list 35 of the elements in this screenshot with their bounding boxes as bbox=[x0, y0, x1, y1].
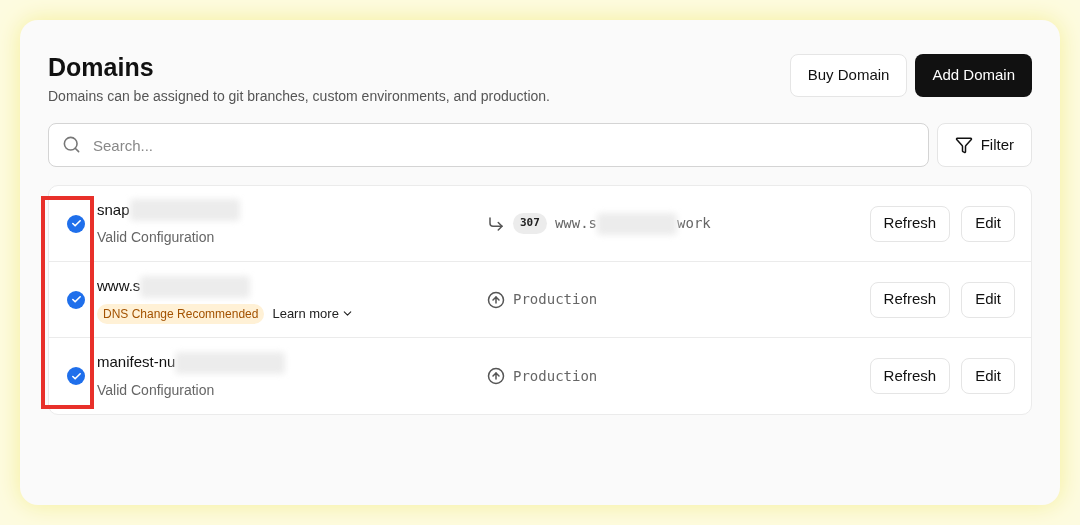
search-icon bbox=[62, 135, 81, 154]
page-subtitle: Domains can be assigned to git branches, custom environments, and production. bbox=[48, 87, 550, 106]
search-field[interactable]: Search... bbox=[48, 123, 929, 167]
checkbox[interactable] bbox=[67, 214, 85, 233]
warning-badge: DNS Change Recommended bbox=[97, 303, 265, 324]
page-title: Domains bbox=[48, 52, 155, 82]
status-text: Valid Configuration bbox=[97, 228, 216, 247]
check-icon bbox=[70, 370, 82, 382]
redirect-target: work bbox=[677, 214, 711, 233]
add-domain-button[interactable]: Add Domain bbox=[915, 54, 1032, 97]
domain-name[interactable]: manifest-nu bbox=[97, 351, 176, 374]
edit-button[interactable]: Edit bbox=[961, 205, 1015, 242]
checkbox[interactable] bbox=[67, 367, 85, 385]
refresh-button[interactable]: Refresh bbox=[869, 358, 951, 394]
arrow-up-circle-icon bbox=[487, 290, 505, 309]
edit-button[interactable]: Edit bbox=[961, 358, 1015, 394]
filter-button[interactable]: Filter bbox=[936, 123, 1032, 167]
status-text: Valid Configuration bbox=[97, 380, 216, 400]
refresh-button[interactable]: Refresh bbox=[869, 205, 951, 242]
checkbox[interactable] bbox=[67, 290, 85, 309]
buy-domain-button[interactable]: Buy Domain bbox=[789, 54, 908, 97]
domain-name[interactable]: snap bbox=[97, 198, 130, 222]
arrow-up-circle-icon bbox=[487, 367, 505, 385]
environment-label: Production bbox=[513, 290, 598, 309]
environment-label: Production bbox=[513, 366, 598, 386]
redirect-target: www.s bbox=[554, 214, 598, 233]
filter-icon bbox=[954, 136, 973, 154]
domain-name[interactable]: www.s bbox=[97, 275, 141, 298]
redirect-arrow-icon bbox=[487, 214, 505, 233]
check-icon bbox=[70, 294, 82, 305]
refresh-button[interactable]: Refresh bbox=[869, 281, 951, 318]
learn-more-link[interactable]: Learn more bbox=[272, 303, 354, 324]
status-code-badge: 307 bbox=[513, 213, 547, 234]
edit-button[interactable]: Edit bbox=[961, 281, 1015, 318]
check-icon bbox=[70, 218, 82, 229]
